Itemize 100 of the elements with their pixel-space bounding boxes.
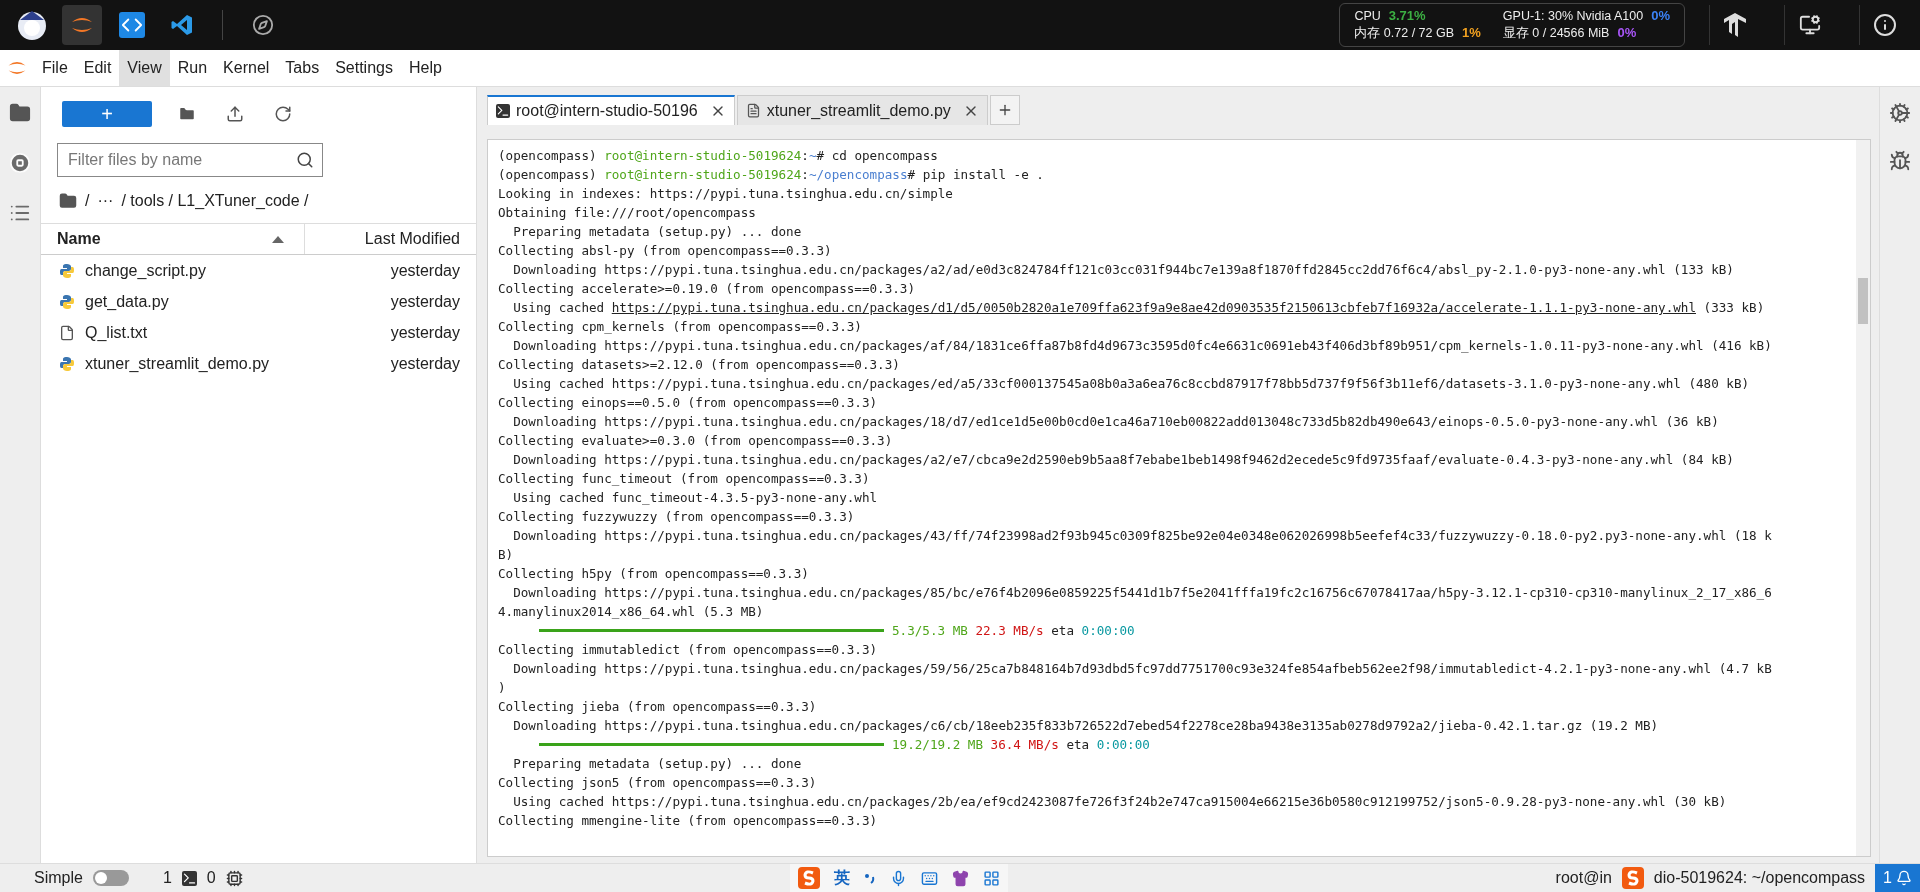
terminal-line: Collecting accelerate>=0.19.0 (from opencompass==0.3.3) — [498, 281, 915, 296]
terminal-line: ) — [498, 680, 506, 695]
menu-item[interactable]: File — [34, 50, 76, 86]
terminal-line: 19.2/19.2 MB 36.4 MB/s eta 0:00:00 — [892, 736, 1150, 754]
info-icon[interactable] — [1873, 13, 1897, 37]
python-file-icon — [59, 262, 75, 279]
editor-tab[interactable]: xtuner_streamlit_demo.py — [736, 95, 988, 125]
folder-icon[interactable] — [9, 102, 31, 124]
menu-item[interactable]: Run — [169, 50, 216, 86]
terminal-line: Looking in indexes: https://pypi.tuna.tsinghua.edu.cn/simple — [498, 186, 953, 201]
terminal-line: Downloading https://pypi.tuna.tsinghua.edu.cn/packages/18/d7/ed1ce1d5e00b0cd0e1ca46a710eb00822add013048c733d5b82db490e643/einops-0.5.0-py3-none-any.whl (36 kB) — [512, 414, 1719, 429]
terminal-line: Downloading https://pypi.tuna.tsinghua.edu.cn/packages/85/bc/e76f4b2096e0859225f5441d1b7f5e2041fffa19fc2c16756c67078417aa/h5py-3.12.1-cp310-cp310-manylinux_2_17_x86_6 — [512, 585, 1772, 600]
file-name[interactable]: change_script.py — [85, 261, 391, 280]
mascot-logo-icon — [15, 8, 49, 42]
editor-tab[interactable]: root@intern-studio-50196 — [487, 95, 735, 125]
new-folder-icon[interactable] — [178, 105, 196, 123]
terminal-line: Downloading https://pypi.tuna.tsinghua.edu.cn/packages/43/ff/74f23998ad2f93b945c0309f825be92e04e0348e062026998b5eefef4c33/fuzzywuzzy-0.18.0-py2.py3-none-any.whl (18 k — [512, 528, 1772, 543]
terminal-line: Using cached https://pypi.tuna.tsinghua.edu.cn/packages/d1/d5/0050b2820a1e709ffa623f9a9e8ae42d0903535f2150613cbfeb7f16932a/accelerate-1.1.1-py3-none-any.whl (333 kB) — [512, 300, 1765, 315]
link[interactable]: https://pypi.tuna.tsinghua.edu.cn/packages/d1/d5/0050b2820a1e709ffa623f9a9e8ae42d0903535f2150613cbfeb7f16932a/accelerate-1.1.1-py3-none-any.whl — [611, 300, 1696, 315]
column-header[interactable]: Name — [57, 230, 101, 248]
notification-button[interactable]: 1 — [1875, 864, 1920, 892]
refresh-icon[interactable] — [274, 105, 292, 123]
input-mode[interactable]: 英 — [834, 867, 851, 889]
terminal-line: Using cached https://pypi.tuna.tsinghua.edu.cn/packages/ed/a5/33cf000137545a08b0a3a6ea76c8ccbd87917f78bb5d737f9f56f3b11ef6/datasets-3.1.0-py3-none-any.whl (480 kB) — [512, 376, 1750, 391]
new-launcher-button[interactable]: + — [62, 101, 152, 127]
terminal-icon — [496, 104, 510, 118]
compass-icon — [252, 14, 274, 36]
terminal-count: 1 — [162, 869, 172, 887]
metric-label: CPU — [1354, 9, 1381, 23]
terminal-line: B) — [498, 547, 514, 562]
terminal-line: Downloading https://pypi.tuna.tsinghua.edu.cn/packages/59/56/25ca7b848164b7d93dbd5fc97dd7751700c93e324fe854afbeb562ee2f98/immutabledict-4.2.1-py3-none-any.whl (4.7 kB — [512, 661, 1772, 676]
terminal-line: Collecting datasets>=2.12.0 (from opencompass==0.3.3) — [498, 357, 900, 372]
scrollbar[interactable] — [1856, 140, 1870, 856]
metric-label: 显存 0 / 24566 MiB — [1502, 26, 1610, 40]
tensor-logo-icon[interactable] — [1723, 12, 1747, 38]
document-icon — [745, 103, 761, 118]
terminal-line: Obtaining file:///root/opencompass — [498, 205, 756, 220]
python-file-icon — [59, 293, 75, 310]
menu-item[interactable]: Settings — [327, 50, 401, 86]
terminal-line: Collecting json5 (from opencompass==0.3.3) — [498, 775, 817, 790]
breadcrumb-link[interactable]: / — [85, 192, 90, 210]
terminal-line: Collecting cpm_kernels (from opencompass==0.3.3) — [498, 319, 862, 334]
kernel-count: 0 — [206, 869, 216, 887]
file-name[interactable]: xtuner_streamlit_demo.py — [85, 354, 391, 373]
terminal-line: (opencompass) root@intern-studio-5019624:~# cd opencompass — [498, 148, 938, 163]
metric-value: 0% — [1617, 25, 1637, 40]
file-name[interactable]: Q_list.txt — [85, 323, 391, 342]
add-tab-button[interactable] — [989, 95, 1020, 125]
terminal-line: Preparing metadata (setup.py) ... done — [512, 756, 802, 771]
mode-toggle[interactable] — [92, 870, 129, 886]
column-header[interactable]: Last Modified — [364, 230, 460, 247]
terminal-line: 5.3/5.3 MB 22.3 MB/s eta 0:00:00 — [892, 622, 1135, 640]
path-text: root@in — [1555, 869, 1612, 887]
punctuation-icon[interactable] — [864, 871, 877, 885]
breadcrumb-link[interactable]: / tools / L1_XTuner_code / — [121, 192, 309, 210]
menu-item[interactable]: Help — [400, 50, 450, 86]
terminal-line: Using cached func_timeout-4.3.5-py3-none-any.whl — [512, 490, 878, 505]
shirt-icon[interactable] — [952, 869, 970, 887]
terminal-line: 4.manylinux2014_x86_64.whl (5.3 MB) — [498, 604, 764, 619]
metric-value: 1% — [1462, 25, 1481, 40]
vscode-icon — [170, 13, 194, 37]
search-icon — [296, 151, 314, 169]
grid-icon[interactable] — [983, 869, 1001, 887]
terminal-line: Collecting func_timeout (from opencompass==0.3.3) — [498, 471, 870, 486]
terminal-line: Collecting mmengine-lite (from opencompass==0.3.3) — [498, 813, 878, 828]
menu-item[interactable]: View — [119, 50, 170, 86]
terminal-line: Collecting absl-py (from opencompass==0.3.3) — [498, 243, 832, 258]
modified-date: yesterday — [390, 323, 460, 342]
filter-field[interactable]: Filter files by name — [57, 143, 323, 177]
menu-item[interactable]: Kernel — [215, 50, 278, 86]
sort-caret-icon[interactable] — [272, 235, 284, 243]
modified-date: yesterday — [390, 292, 460, 311]
menu-item[interactable]: Tabs — [277, 50, 328, 86]
chip-icon — [225, 869, 243, 887]
text-file-icon — [59, 324, 75, 341]
sogou-logo-icon — [1621, 867, 1644, 889]
terminal-icon — [181, 870, 197, 886]
modified-date: yesterday — [390, 261, 460, 280]
code-icon — [119, 12, 145, 38]
keyboard-icon[interactable] — [921, 869, 939, 887]
upload-icon[interactable] — [226, 105, 244, 123]
terminal-line: Downloading https://pypi.tuna.tsinghua.edu.cn/packages/af/84/1831ce6ffa87b8fd4d9673c3595d0fc4e6631c0691eb43f406d3bf89b951/cpm_kernels-1.0.11-py3-none-any.whl (416 kB) — [512, 338, 1772, 353]
stop-circle-icon[interactable] — [9, 152, 31, 174]
terminal-line: Collecting immutabledict (from opencompass==0.3.3) — [498, 642, 878, 657]
bug-icon[interactable] — [1889, 150, 1911, 172]
settings-icon[interactable] — [1889, 102, 1911, 124]
breadcrumb-link[interactable]: ··· — [97, 192, 114, 210]
terminal-line: Downloading https://pypi.tuna.tsinghua.edu.cn/packages/a2/ad/e0d3c824784ff121c03cc031f944bc7e139a8f1870ffd2845cc2dd76f6c4/absl_py-2.1.0-py3-none-any.whl (133 kB) — [512, 262, 1734, 277]
metric-value: 0% — [1651, 8, 1670, 23]
monitor-icon[interactable] — [1799, 14, 1821, 36]
file-name[interactable]: get_data.py — [85, 292, 391, 311]
python-file-icon — [59, 355, 75, 372]
terminal-line: Downloading https://pypi.tuna.tsinghua.edu.cn/packages/a2/e7/cbca9e2d2590eb9b5aa8f7ebabe1beb1498f9462d2ecede5c9fd9735faaf/evaluate-0.4.3-py3-none-any.whl (84 kB) — [512, 452, 1734, 467]
metric-label: 内存 0.72 / 72 GB — [1354, 26, 1455, 40]
terminal-line: Preparing metadata (setup.py) ... done — [512, 224, 802, 239]
folder-icon[interactable] — [59, 192, 77, 210]
terminal-line: Downloading https://pypi.tuna.tsinghua.edu.cn/packages/c6/cb/18eeb235f833b726522d7ebed54f2278ce28ba9438e3135ab0278d9792a2/jieba-0.42.1.tar.gz (19.2 MB) — [512, 718, 1659, 733]
metric-value: 3.71% — [1388, 8, 1426, 23]
menu-item[interactable]: Edit — [75, 50, 120, 86]
terminal-line: Using cached https://pypi.tuna.tsinghua.edu.cn/packages/2b/ea/ef9cd2423087fe726f3f24b2e747ca915004e66215e36b0580c912199752/json5-0.9.28-py3-none-any.whl (30 kB) — [512, 794, 1727, 809]
